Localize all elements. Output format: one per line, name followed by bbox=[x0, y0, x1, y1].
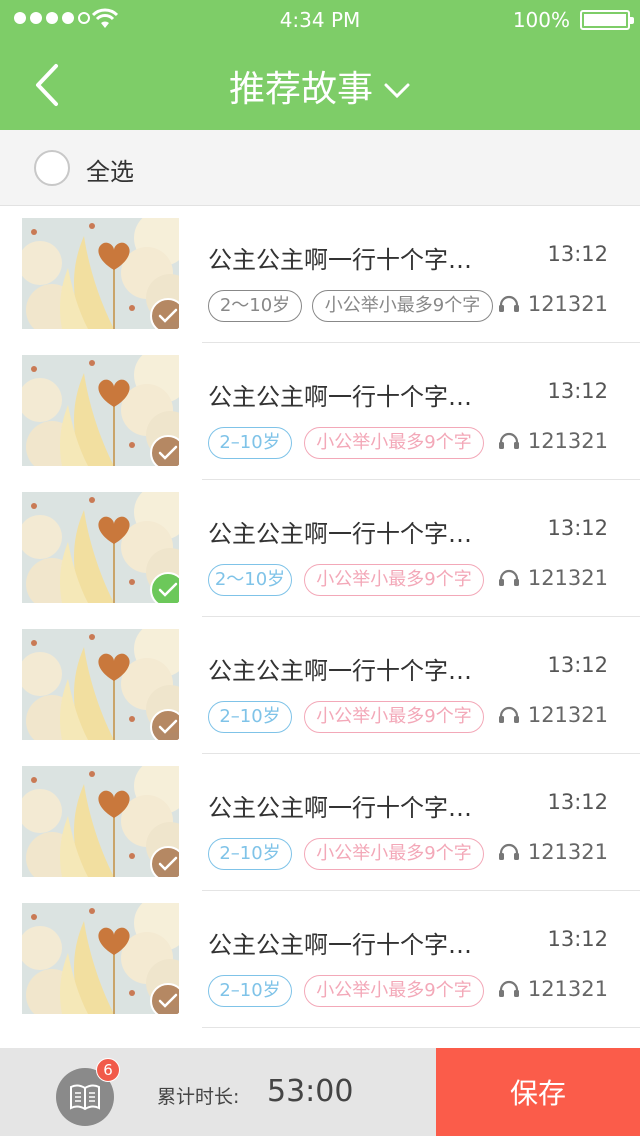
play-count: 121321 bbox=[498, 292, 608, 316]
story-row[interactable]: 公主公主啊一行十个字… 13:12 2–10岁 小公举小最多9个字 121321 bbox=[0, 754, 640, 891]
total-duration-value: 53:00 bbox=[267, 1074, 354, 1109]
category-tag: 小公举小最多9个字 bbox=[304, 427, 484, 459]
headphones-icon bbox=[498, 843, 519, 860]
play-count-value: 121321 bbox=[527, 292, 608, 316]
select-all-bar: 全选 bbox=[0, 130, 640, 206]
story-duration: 13:12 bbox=[547, 927, 608, 951]
battery-percent: 100% bbox=[512, 8, 570, 32]
headphones-icon bbox=[498, 295, 519, 312]
story-title: 公主公主啊一行十个字… bbox=[208, 794, 472, 822]
play-count: 121321 bbox=[498, 840, 608, 864]
story-row[interactable]: 公主公主啊一行十个字… 13:12 2–10岁 小公举小最多9个字 121321 bbox=[0, 343, 640, 480]
select-all-radio[interactable] bbox=[34, 150, 70, 186]
play-count: 121321 bbox=[498, 429, 608, 453]
story-thumbnail bbox=[22, 903, 179, 1014]
title-dropdown[interactable]: 推荐故事 bbox=[0, 60, 640, 112]
age-tag: 2–10岁 bbox=[208, 701, 292, 733]
play-count-value: 121321 bbox=[527, 840, 608, 864]
story-title: 公主公主啊一行十个字… bbox=[208, 383, 472, 411]
story-title: 公主公主啊一行十个字… bbox=[208, 657, 472, 685]
row-divider bbox=[202, 1027, 640, 1028]
play-count-value: 121321 bbox=[527, 703, 608, 727]
chevron-down-icon bbox=[384, 83, 410, 99]
headphones-icon bbox=[498, 706, 519, 723]
select-all-label[interactable]: 全选 bbox=[86, 152, 134, 187]
story-title: 公主公主啊一行十个字… bbox=[208, 931, 472, 959]
play-count-value: 121321 bbox=[527, 566, 608, 590]
story-thumbnail bbox=[22, 766, 179, 877]
check-mark-icon[interactable] bbox=[150, 572, 179, 603]
save-button[interactable]: 保存 bbox=[436, 1048, 640, 1136]
play-count: 121321 bbox=[498, 703, 608, 727]
story-row[interactable]: 公主公主啊一行十个字… 13:12 2–10岁 小公举小最多9个字 121321 bbox=[0, 891, 640, 1028]
story-list: 公主公主啊一行十个字… 13:12 2～10岁 小公举小最多9个字 121321 bbox=[0, 206, 640, 1028]
story-duration: 13:12 bbox=[547, 653, 608, 677]
headphones-icon bbox=[498, 432, 519, 449]
page-title: 推荐故事 bbox=[228, 69, 373, 110]
story-row[interactable]: 公主公主啊一行十个字… 13:12 2～10岁 小公举小最多9个字 121321 bbox=[0, 206, 640, 343]
play-count: 121321 bbox=[498, 977, 608, 1001]
age-tag: 2–10岁 bbox=[208, 975, 292, 1007]
category-tag: 小公举小最多9个字 bbox=[304, 975, 484, 1007]
category-tag: 小公举小最多9个字 bbox=[304, 838, 484, 870]
battery-icon bbox=[580, 10, 634, 30]
check-mark-icon[interactable] bbox=[150, 709, 179, 740]
play-count-value: 121321 bbox=[527, 429, 608, 453]
story-duration: 13:12 bbox=[547, 516, 608, 540]
story-row[interactable]: 公主公主啊一行十个字… 13:12 2～10岁 小公举小最多9个字 121321 bbox=[0, 480, 640, 617]
total-duration-label: 累计时长: bbox=[157, 1086, 240, 1108]
age-tag: 2–10岁 bbox=[208, 838, 292, 870]
headphones-icon bbox=[498, 569, 519, 586]
story-title: 公主公主啊一行十个字… bbox=[208, 246, 472, 274]
story-duration: 13:12 bbox=[547, 242, 608, 266]
story-row[interactable]: 公主公主啊一行十个字… 13:12 2–10岁 小公举小最多9个字 121321 bbox=[0, 617, 640, 754]
age-tag: 2～10岁 bbox=[208, 564, 292, 596]
story-thumbnail bbox=[22, 355, 179, 466]
story-thumbnail bbox=[22, 218, 179, 329]
headphones-icon bbox=[498, 980, 519, 997]
book-icon bbox=[70, 1084, 100, 1111]
play-count-value: 121321 bbox=[527, 977, 608, 1001]
top-header: 4:34 PM 100% 推荐故事 bbox=[0, 0, 640, 130]
story-thumbnail bbox=[22, 492, 179, 603]
check-mark-icon[interactable] bbox=[150, 846, 179, 877]
play-count: 121321 bbox=[498, 566, 608, 590]
story-thumbnail bbox=[22, 629, 179, 740]
check-mark-icon[interactable] bbox=[150, 435, 179, 466]
story-title: 公主公主啊一行十个字… bbox=[208, 520, 472, 548]
check-mark-icon[interactable] bbox=[150, 298, 179, 329]
age-tag: 2–10岁 bbox=[208, 427, 292, 459]
story-duration: 13:12 bbox=[547, 790, 608, 814]
check-mark-icon[interactable] bbox=[150, 983, 179, 1014]
age-tag: 2～10岁 bbox=[208, 290, 302, 322]
category-tag: 小公举小最多9个字 bbox=[304, 564, 484, 596]
story-duration: 13:12 bbox=[547, 379, 608, 403]
status-bar: 4:34 PM 100% bbox=[0, 0, 640, 40]
category-tag: 小公举小最多9个字 bbox=[304, 701, 484, 733]
category-tag: 小公举小最多9个字 bbox=[312, 290, 493, 322]
bottom-bar: 6 累计时长: 53:00 保存 bbox=[0, 1048, 640, 1136]
count-badge: 6 bbox=[96, 1058, 120, 1082]
